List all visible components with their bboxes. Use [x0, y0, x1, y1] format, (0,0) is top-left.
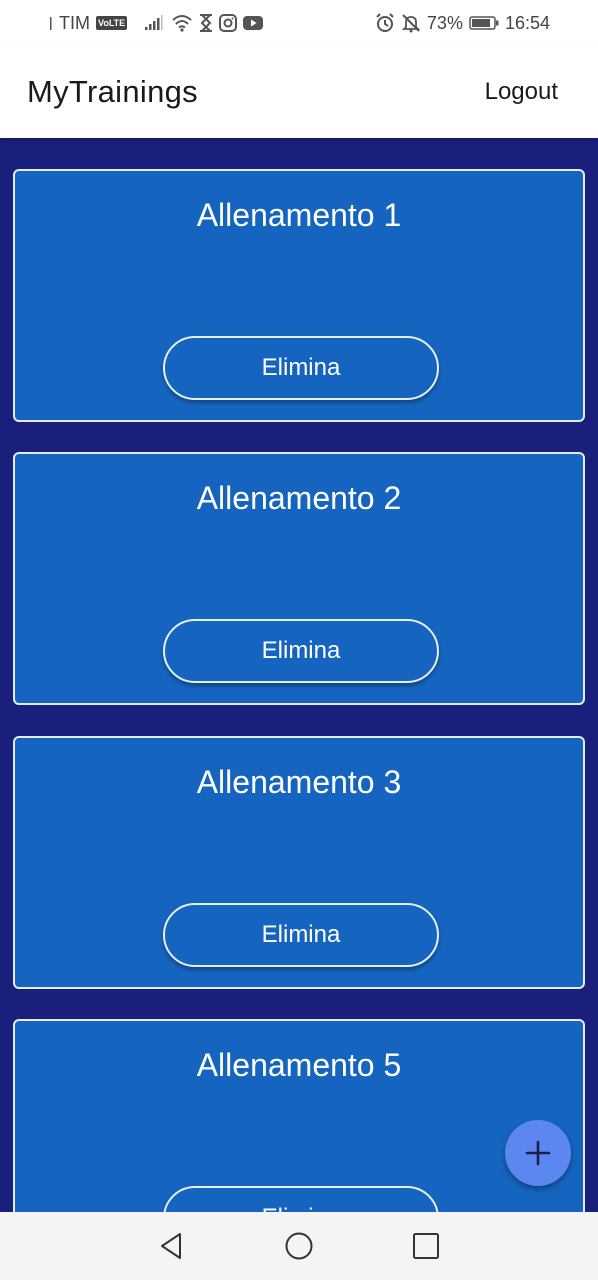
- app-title: MyTrainings: [27, 74, 198, 109]
- notifications-off-icon: [401, 13, 421, 33]
- hourglass-icon: [199, 14, 213, 32]
- training-card[interactable]: Allenamento 2 Elimina: [13, 452, 585, 705]
- cell-signal-icon: [145, 15, 165, 31]
- delete-training-button[interactable]: Elimina: [163, 1186, 439, 1212]
- delete-training-button[interactable]: Elimina: [163, 619, 439, 683]
- training-title: Allenamento 1: [196, 197, 402, 233]
- clock: 16:54: [504, 12, 550, 33]
- signal-divider-icon: [50, 15, 53, 31]
- plus-icon: [525, 1140, 551, 1166]
- volte-badge: VoLTE: [96, 16, 128, 30]
- training-title: Allenamento 3: [196, 764, 402, 800]
- battery-percent: 73%: [426, 12, 463, 33]
- delete-training-button[interactable]: Elimina: [163, 903, 439, 967]
- system-nav-bar: [0, 1212, 598, 1280]
- home-circle-icon: [284, 1231, 314, 1261]
- carrier-name: TIM: [59, 12, 90, 33]
- wifi-icon: [171, 14, 193, 32]
- training-card[interactable]: Allenamento 5 Elimina: [13, 1019, 585, 1212]
- training-title: Allenamento 5: [196, 1047, 402, 1083]
- alarm-icon: [375, 13, 395, 33]
- app-bar: MyTrainings Logout: [0, 46, 598, 138]
- battery-icon: [469, 15, 499, 31]
- training-title: Allenamento 2: [196, 480, 402, 516]
- back-triangle-icon: [158, 1232, 184, 1260]
- status-bar-right: 73% 16:54: [375, 0, 550, 46]
- training-list[interactable]: Allenamento 1 Elimina Allenamento 2 Elim…: [0, 138, 598, 1212]
- instagram-icon: [219, 14, 238, 32]
- status-bar-left: TIM VoLTE: [50, 0, 264, 46]
- nav-home-button[interactable]: [277, 1224, 321, 1268]
- nav-back-button[interactable]: [149, 1224, 193, 1268]
- nav-recents-button[interactable]: [404, 1224, 448, 1268]
- recents-square-icon: [412, 1232, 440, 1260]
- status-bar: TIM VoLTE 73% 16:54: [0, 0, 598, 46]
- training-card[interactable]: Allenamento 3 Elimina: [13, 736, 585, 989]
- training-card[interactable]: Allenamento 1 Elimina: [13, 169, 585, 422]
- add-training-fab[interactable]: [505, 1120, 571, 1186]
- youtube-icon: [243, 15, 264, 31]
- logout-button[interactable]: Logout: [485, 78, 558, 106]
- delete-training-button[interactable]: Elimina: [163, 336, 439, 400]
